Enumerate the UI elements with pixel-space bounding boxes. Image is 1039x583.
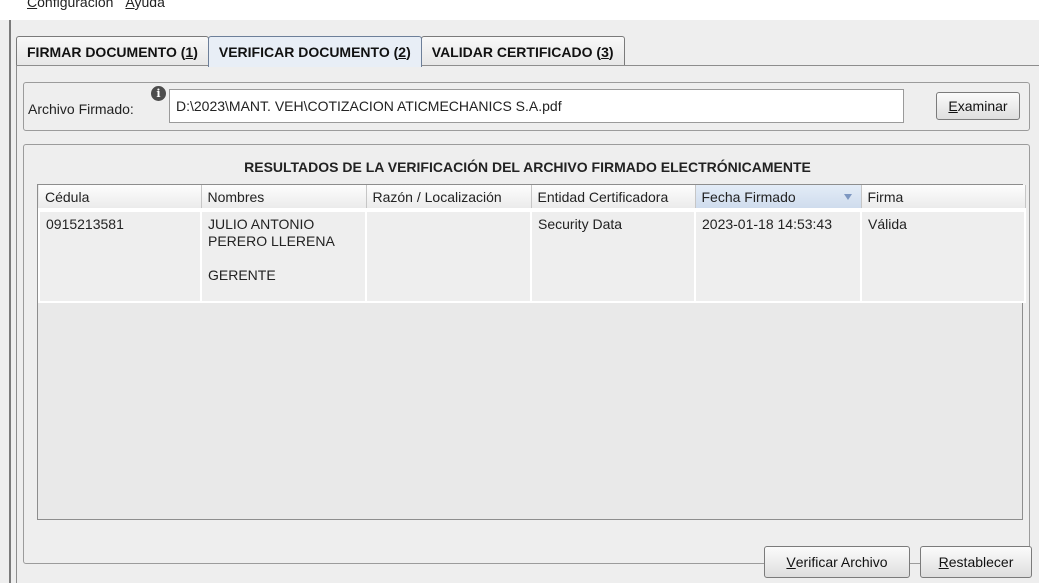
table-header-row: Cédula Nombres Razón / Localización Enti…	[39, 185, 1026, 211]
cell-razon[interactable]	[365, 208, 532, 303]
signed-file-panel: Archivo Firmado: i Examinar	[23, 82, 1030, 131]
column-header-entidad[interactable]: Entidad Certificadora	[531, 185, 696, 211]
cell-fecha[interactable]: 2023-01-18 14:53:43	[694, 208, 862, 303]
tab-panel-verificar: Archivo Firmado: i Examinar RESULTADOS D…	[16, 65, 1039, 583]
cell-cedula[interactable]: 0915213581	[38, 208, 202, 303]
menu-configuracion[interactable]: Configuración	[27, 0, 113, 10]
tab-verificar-documento[interactable]: VERIFICAR DOCUMENTO (2)	[207, 36, 422, 67]
results-table-container: Cédula Nombres Razón / Localización Enti…	[37, 184, 1026, 520]
column-header-firma[interactable]: Firma	[861, 185, 1026, 211]
results-title: RESULTADOS DE LA VERIFICACIÓN DEL ARCHIV…	[244, 159, 811, 175]
verificar-archivo-button[interactable]: Verificar Archivo	[764, 546, 910, 578]
sort-descending-icon	[843, 194, 852, 200]
tab-validar-certificado[interactable]: VALIDAR CERTIFICADO (3)	[420, 36, 625, 66]
column-header-razon[interactable]: Razón / Localización	[366, 185, 532, 211]
restablecer-button[interactable]: Restablecer	[920, 546, 1032, 578]
cell-cargo-line: GERENTE	[208, 267, 276, 283]
cell-firma[interactable]: Válida	[860, 208, 1026, 303]
app-window: Configuración Ayuda FIRMAR DOCUMENTO (1)…	[0, 0, 1039, 583]
signed-file-path-input[interactable]	[169, 89, 904, 123]
examinar-button[interactable]: Examinar	[936, 92, 1020, 120]
cell-nombres-line: JULIO ANTONIO	[208, 216, 315, 232]
results-table: Cédula Nombres Razón / Localización Enti…	[38, 185, 1026, 303]
results-panel: RESULTADOS DE LA VERIFICACIÓN DEL ARCHIV…	[23, 144, 1030, 564]
cell-nombres-line: PERERO LLERENA	[208, 233, 335, 249]
column-header-fecha-firmado[interactable]: Fecha Firmado	[695, 185, 862, 211]
column-header-fecha-label: Fecha Firmado	[701, 188, 796, 205]
signed-file-label: Archivo Firmado:	[28, 101, 134, 117]
column-header-nombres[interactable]: Nombres	[201, 185, 367, 211]
tab-firmar-documento[interactable]: FIRMAR DOCUMENTO (1)	[16, 36, 209, 66]
cell-nombres[interactable]: JULIO ANTONIO PERERO LLERENA GERENTE	[200, 208, 367, 303]
window-border	[9, 20, 11, 583]
table-row[interactable]: 0915213581 JULIO ANTONIO PERERO LLERENA …	[38, 208, 1026, 303]
tabbed-pane: FIRMAR DOCUMENTO (1) VERIFICAR DOCUMENTO…	[16, 36, 1039, 583]
info-icon[interactable]: i	[151, 86, 166, 101]
tab-strip: FIRMAR DOCUMENTO (1) VERIFICAR DOCUMENTO…	[16, 36, 625, 67]
menu-ayuda[interactable]: Ayuda	[125, 0, 164, 10]
cell-entidad[interactable]: Security Data	[530, 208, 696, 303]
column-header-cedula[interactable]: Cédula	[39, 185, 202, 211]
menu-bar: Configuración Ayuda	[0, 0, 1039, 20]
